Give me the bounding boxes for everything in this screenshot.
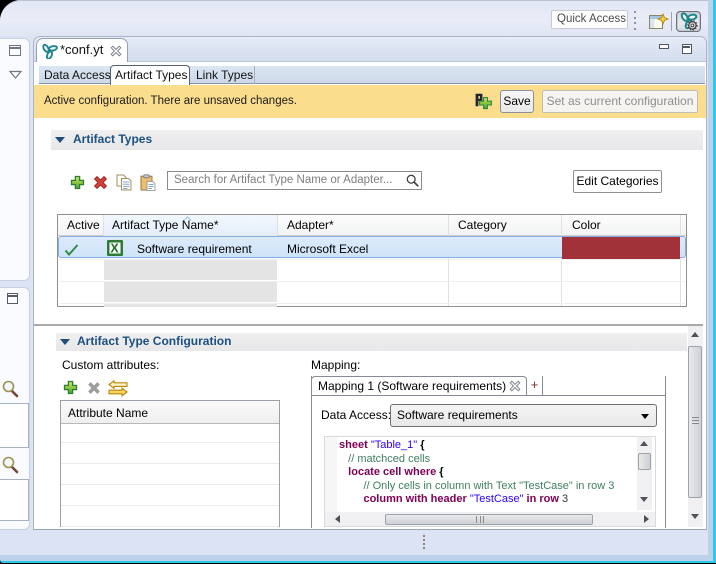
svg-text:X: X: [110, 241, 119, 255]
